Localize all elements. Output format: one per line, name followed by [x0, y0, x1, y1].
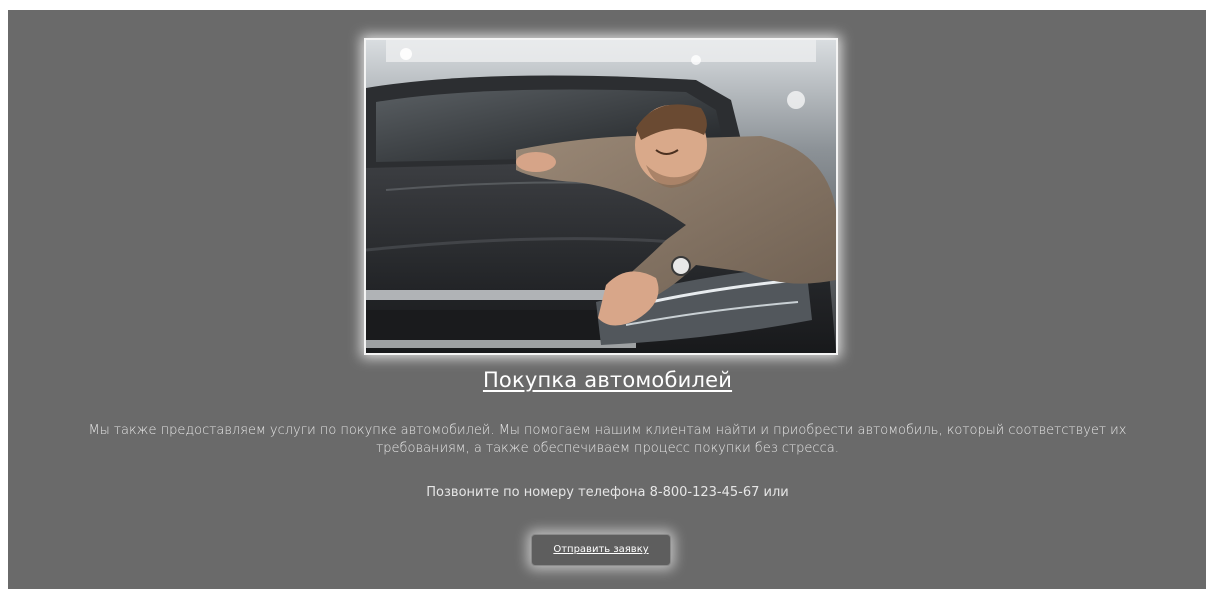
- man-hugging-car-icon: [366, 40, 836, 353]
- section-title[interactable]: Покупка автомобилей: [8, 368, 1206, 392]
- content-panel: Покупка автомобилей Мы также предоставля…: [8, 10, 1206, 589]
- phone-text: Позвоните по номеру телефона 8-800-123-4…: [426, 485, 789, 500]
- section-description: Мы также предоставляем услуги по покупке…: [88, 423, 1127, 456]
- send-request-button[interactable]: Отправить заявку: [531, 534, 671, 566]
- hero-image: [364, 38, 838, 355]
